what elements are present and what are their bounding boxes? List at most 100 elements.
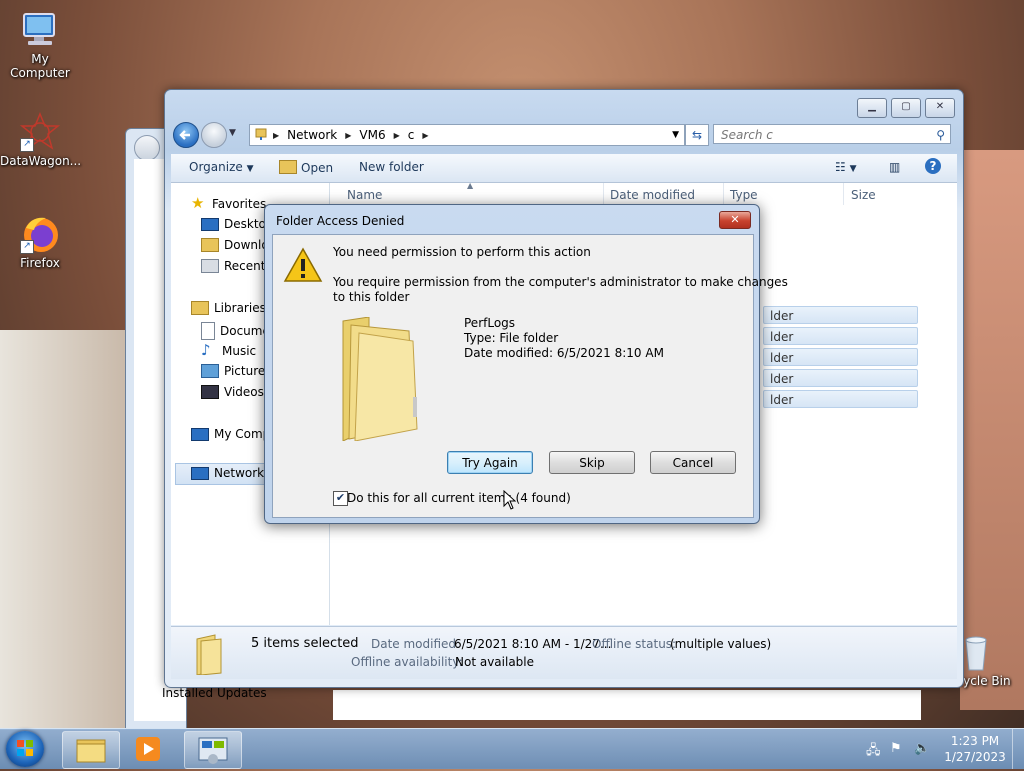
warning-icon (283, 247, 323, 286)
checkmark-icon: ✔ (335, 491, 346, 504)
breadcrumb-network[interactable]: Network (287, 128, 337, 142)
clock-time: 1:23 PM (950, 734, 1000, 748)
desktop-icon-label: DataWagon... (0, 154, 82, 168)
offline-availability-label: Offline availability: (351, 655, 463, 669)
nav-label: My Comp (214, 427, 271, 441)
table-row[interactable]: lder (763, 306, 918, 324)
dialog-close-button[interactable]: ✕ (719, 211, 751, 229)
address-dropdown-icon[interactable]: ▼ (672, 130, 679, 140)
search-input[interactable]: Search c ⚲ (713, 124, 951, 144)
column-header-type[interactable]: Type (730, 188, 758, 202)
try-again-button[interactable]: Try Again (447, 451, 533, 474)
maximize-button[interactable]: ▢ (891, 98, 921, 118)
action-center-flag-icon[interactable]: ⚑ (890, 741, 902, 756)
breadcrumb-c[interactable]: c (408, 128, 415, 142)
row-type-cell: lder (770, 393, 794, 407)
nav-computer[interactable]: My Comp (191, 427, 270, 441)
date-modified-label: Date modified: (371, 637, 461, 651)
folder-open-icon (279, 160, 297, 174)
show-desktop-button[interactable] (1012, 729, 1024, 769)
details-pane: 5 items selected Date modified: 6/5/2021… (171, 626, 957, 679)
nav-pictures[interactable]: Pictures (201, 364, 272, 378)
close-window-button[interactable]: ✕ (925, 98, 955, 118)
column-header-size[interactable]: Size (851, 188, 876, 202)
offline-status-label: Offline status: (592, 637, 677, 651)
open-button[interactable]: Open (279, 160, 333, 175)
nav-label: Videos (224, 385, 264, 399)
offline-status-value: (multiple values) (670, 637, 772, 651)
system-clock[interactable]: 1:23 PM 1/27/2023 (944, 733, 1006, 765)
dialog-title: Folder Access Denied (276, 214, 405, 228)
taskbar-media-player-button[interactable] (126, 733, 170, 765)
column-divider[interactable] (723, 183, 724, 205)
desktop-wallpaper-left (0, 330, 130, 730)
refresh-button[interactable]: ⇆ (685, 124, 709, 146)
videos-icon (201, 385, 219, 399)
help-icon: ? (929, 159, 937, 173)
preview-pane-button[interactable]: ▥ (889, 160, 900, 174)
column-divider[interactable] (843, 183, 844, 205)
recent-pages-dropdown[interactable]: ▼ (229, 128, 236, 138)
shortcut-arrow-icon: ↗ (20, 240, 34, 254)
view-options-button[interactable]: ☷ ▼ (835, 160, 857, 174)
taskbar-control-panel-button[interactable] (184, 731, 242, 769)
nav-documents[interactable]: Docume (201, 322, 270, 340)
table-row[interactable]: lder (763, 369, 918, 387)
nav-label: Network (214, 466, 265, 480)
music-icon: ♪ (201, 341, 211, 359)
taskbar: 🖧 ⚑ 🔈 1:23 PM 1/27/2023 (0, 728, 1024, 769)
do-for-all-checkbox[interactable]: ✔ (333, 491, 348, 506)
start-button[interactable] (6, 731, 44, 767)
nav-label: Music (222, 344, 257, 358)
column-header-date-modified[interactable]: Date modified (610, 188, 695, 202)
breadcrumb-separator[interactable]: ▶ (345, 131, 351, 140)
dialog-message-line1: You require permission from the computer… (333, 275, 788, 289)
nav-desktop[interactable]: Desktop (201, 217, 274, 231)
recent-places-icon (201, 259, 219, 273)
desktop-icon-firefox[interactable]: ↗ Firefox (0, 214, 80, 270)
network-tray-icon[interactable]: 🖧 (866, 741, 881, 763)
chevron-down-icon: ▼ (246, 164, 254, 174)
nav-downloads[interactable]: Downlo (201, 238, 269, 252)
nav-libraries[interactable]: Libraries (191, 301, 266, 315)
downloads-folder-icon (201, 238, 219, 252)
nav-videos[interactable]: Videos (201, 385, 264, 399)
desktop-icon-datawagon[interactable]: ↗ DataWagon... (0, 112, 82, 168)
help-button[interactable]: ? (925, 158, 941, 174)
breadcrumb-separator[interactable]: ▶ (394, 131, 400, 140)
column-header-name[interactable]: Name (347, 188, 382, 202)
desktop-icon-label: Firefox (20, 256, 60, 270)
row-type-cell: lder (770, 351, 794, 365)
nav-network[interactable]: Network (191, 466, 264, 480)
table-row[interactable]: lder (763, 390, 918, 408)
preview-pane-icon: ▥ (889, 160, 901, 174)
network-icon (191, 466, 209, 480)
minimize-button[interactable]: ▁ (857, 98, 887, 118)
background-window-area (333, 690, 921, 720)
forward-button[interactable] (201, 122, 227, 148)
table-row[interactable]: lder (763, 348, 918, 366)
volume-icon[interactable]: 🔈 (914, 741, 930, 756)
new-folder-button[interactable]: New folder (359, 160, 424, 174)
date-modified-value: 6/5/2021 8:10 AM - 1/27... (454, 637, 612, 651)
nav-favorites[interactable]: ★ Favorites (191, 196, 266, 212)
column-divider[interactable] (603, 183, 604, 205)
back-button[interactable] (134, 135, 160, 161)
table-row[interactable]: lder (763, 327, 918, 345)
address-bar[interactable]: ▶ Network ▶ VM6 ▶ c ▶ ▼ (249, 124, 685, 146)
nav-music[interactable]: ♪ Music (201, 343, 256, 359)
cancel-button[interactable]: Cancel (650, 451, 736, 474)
breadcrumb-vm6[interactable]: VM6 (359, 128, 385, 142)
dialog-body: You need permission to perform this acti… (272, 234, 788, 518)
breadcrumb-separator[interactable]: ▶ (422, 131, 428, 140)
breadcrumb-separator[interactable]: ▶ (273, 131, 279, 140)
back-button[interactable] (173, 122, 199, 148)
documents-icon (201, 322, 215, 340)
taskbar-explorer-button[interactable] (62, 731, 120, 769)
organize-button[interactable]: Organize ▼ (189, 160, 254, 174)
offline-availability-value: Not available (455, 655, 535, 669)
navigation-bar: ▼ ▶ Network ▶ VM6 ▶ c ▶ ▼ ⇆ Search c ⚲ (171, 120, 957, 150)
skip-button[interactable]: Skip (549, 451, 635, 474)
desktop-icon-my-computer[interactable]: My Computer (0, 10, 80, 80)
search-icon: ⚲ (936, 128, 945, 142)
